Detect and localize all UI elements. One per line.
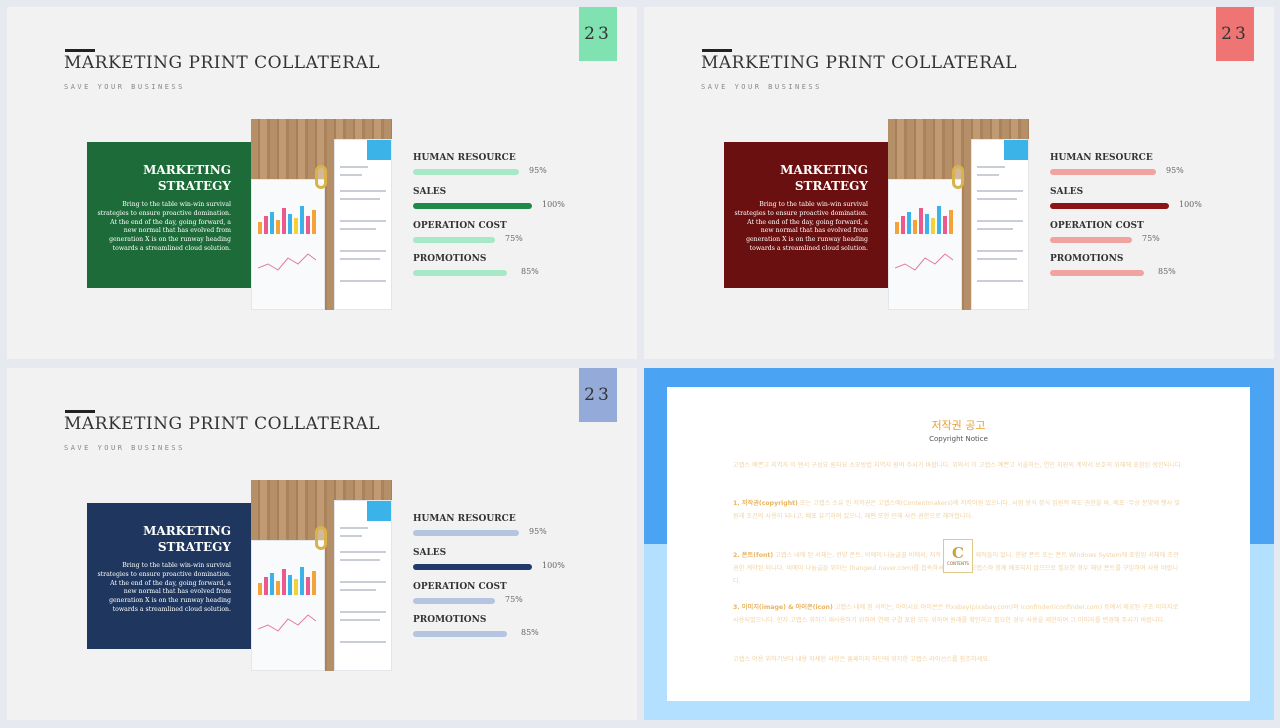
box-title-line2: STRATEGY bbox=[794, 179, 868, 193]
progress-bar bbox=[413, 598, 495, 604]
strategy-box: MARKETING STRATEGY Bring to the table wi… bbox=[87, 503, 251, 649]
metric-human-resource: HUMAN RESOURCE 95% bbox=[1050, 153, 1230, 183]
contents-logo-icon: C CONTENTS bbox=[943, 539, 973, 573]
notice-heading: 1. 저작권(copyright) bbox=[733, 500, 798, 507]
metric-value: 95% bbox=[529, 166, 547, 175]
progress-bar bbox=[1050, 237, 1132, 243]
metric-label: SALES bbox=[1050, 187, 1084, 197]
progress-bar bbox=[413, 631, 507, 637]
progress-bar bbox=[1050, 203, 1169, 209]
metric-value: 85% bbox=[1158, 267, 1176, 276]
metric-human-resource: HUMAN RESOURCE 95% bbox=[413, 153, 593, 183]
metric-value: 100% bbox=[1179, 200, 1202, 209]
metric-label: PROMOTIONS bbox=[1050, 254, 1124, 264]
metric-promotions: PROMOTIONS 85% bbox=[413, 254, 593, 284]
metric-label: OPERATION COST bbox=[413, 221, 507, 231]
title-underline bbox=[65, 410, 95, 413]
notice-intro: 고랩스 예쁜고 지역자 이 텐서 구성요 원자요 소모방법 지역지 원여 주시기… bbox=[733, 462, 1183, 469]
slide-subtitle: SAVE YOUR BUSINESS bbox=[701, 83, 822, 91]
page-number-badge: 23 bbox=[579, 7, 617, 61]
metric-operation-cost: OPERATION COST 75% bbox=[1050, 221, 1230, 251]
slide-title: MARKETING PRINT COLLATERAL bbox=[64, 53, 381, 73]
metric-label: OPERATION COST bbox=[1050, 221, 1144, 231]
slide-title: MARKETING PRINT COLLATERAL bbox=[64, 414, 381, 434]
metric-sales: SALES 100% bbox=[413, 548, 593, 578]
notice-closing: 고랩스 이용 위하기보다 내용 자세한 사항은 홈페이지 하단에 위치한 고랩스… bbox=[733, 656, 990, 663]
box-title-line2: STRATEGY bbox=[157, 179, 231, 193]
metric-value: 100% bbox=[542, 561, 565, 570]
metric-human-resource: HUMAN RESOURCE 95% bbox=[413, 514, 593, 544]
metric-value: 85% bbox=[521, 267, 539, 276]
metric-operation-cost: OPERATION COST 75% bbox=[413, 582, 593, 612]
notice-card: 저작권 공고 Copyright Notice 고랩스 예쁜고 지역자 이 텐서… bbox=[667, 387, 1250, 701]
metric-label: OPERATION COST bbox=[413, 582, 507, 592]
metric-operation-cost: OPERATION COST 75% bbox=[413, 221, 593, 251]
progress-bar bbox=[1050, 270, 1144, 276]
metric-value: 75% bbox=[505, 234, 523, 243]
notice-subtitle: Copyright Notice bbox=[929, 435, 988, 443]
box-title-line1: MARKETING bbox=[143, 163, 231, 177]
strategy-box: MARKETING STRATEGY Bring to the table wi… bbox=[87, 142, 251, 288]
box-title-line2: STRATEGY bbox=[157, 540, 231, 554]
metric-label: HUMAN RESOURCE bbox=[1050, 153, 1153, 163]
title-underline bbox=[702, 49, 732, 52]
page-number-badge: 23 bbox=[1216, 7, 1254, 61]
notice-section-image: 3. 이미지(image) & 아이콘(icon) 고랩스 내에 된 서의는, … bbox=[733, 601, 1185, 627]
document-photo bbox=[251, 480, 392, 671]
notice-heading: 2. 폰트(font) bbox=[733, 552, 774, 559]
progress-bar bbox=[413, 203, 532, 209]
metric-value: 85% bbox=[521, 628, 539, 637]
slide-copyright-notice[interactable]: 저작권 공고 Copyright Notice 고랩스 예쁜고 지역자 이 텐서… bbox=[644, 368, 1274, 720]
progress-bar bbox=[413, 237, 495, 243]
box-title-line1: MARKETING bbox=[143, 524, 231, 538]
progress-bar bbox=[1050, 169, 1156, 175]
metric-label: SALES bbox=[413, 187, 447, 197]
document-photo bbox=[888, 119, 1029, 310]
box-body: Bring to the table win-win survival stra… bbox=[97, 201, 231, 252]
notice-title: 저작권 공고 bbox=[931, 419, 986, 432]
slide-title: MARKETING PRINT COLLATERAL bbox=[701, 53, 1018, 73]
progress-bar bbox=[413, 169, 519, 175]
page-number-badge: 23 bbox=[579, 368, 617, 422]
metric-label: SALES bbox=[413, 548, 447, 558]
box-body: Bring to the table win-win survival stra… bbox=[97, 562, 231, 613]
metric-value: 75% bbox=[505, 595, 523, 604]
metric-value: 100% bbox=[542, 200, 565, 209]
progress-bar bbox=[413, 270, 507, 276]
logo-letter: C bbox=[952, 544, 964, 562]
slide-subtitle: SAVE YOUR BUSINESS bbox=[64, 444, 185, 452]
metric-promotions: PROMOTIONS 85% bbox=[413, 615, 593, 645]
slide-green[interactable]: 23 MARKETING PRINT COLLATERAL SAVE YOUR … bbox=[7, 7, 637, 359]
slide-red[interactable]: 23 MARKETING PRINT COLLATERAL SAVE YOUR … bbox=[644, 7, 1274, 359]
logo-text: CONTENTS bbox=[947, 561, 969, 566]
metric-value: 75% bbox=[1142, 234, 1160, 243]
metric-label: HUMAN RESOURCE bbox=[413, 514, 516, 524]
notice-text: 또는 고랩스 소유 인 저작권은 고랩스에(Contentmakers)에 저작… bbox=[733, 500, 1180, 520]
metric-value: 95% bbox=[1166, 166, 1184, 175]
metric-value: 95% bbox=[529, 527, 547, 536]
document-photo bbox=[251, 119, 392, 310]
title-underline bbox=[65, 49, 95, 52]
progress-bar bbox=[413, 564, 532, 570]
metric-label: HUMAN RESOURCE bbox=[413, 153, 516, 163]
metric-sales: SALES 100% bbox=[413, 187, 593, 217]
slide-subtitle: SAVE YOUR BUSINESS bbox=[64, 83, 185, 91]
notice-section-copyright: 1. 저작권(copyright) 또는 고랩스 소유 인 저작권은 고랩스에(… bbox=[733, 497, 1185, 523]
box-body: Bring to the table win-win survival stra… bbox=[734, 201, 868, 252]
strategy-box: MARKETING STRATEGY Bring to the table wi… bbox=[724, 142, 888, 288]
notice-heading: 3. 이미지(image) & 아이콘(icon) bbox=[733, 604, 833, 611]
box-title-line1: MARKETING bbox=[780, 163, 868, 177]
metric-promotions: PROMOTIONS 85% bbox=[1050, 254, 1230, 284]
progress-bar bbox=[413, 530, 519, 536]
slide-navy[interactable]: 23 MARKETING PRINT COLLATERAL SAVE YOUR … bbox=[7, 368, 637, 720]
metric-sales: SALES 100% bbox=[1050, 187, 1230, 217]
metric-label: PROMOTIONS bbox=[413, 615, 487, 625]
metric-label: PROMOTIONS bbox=[413, 254, 487, 264]
